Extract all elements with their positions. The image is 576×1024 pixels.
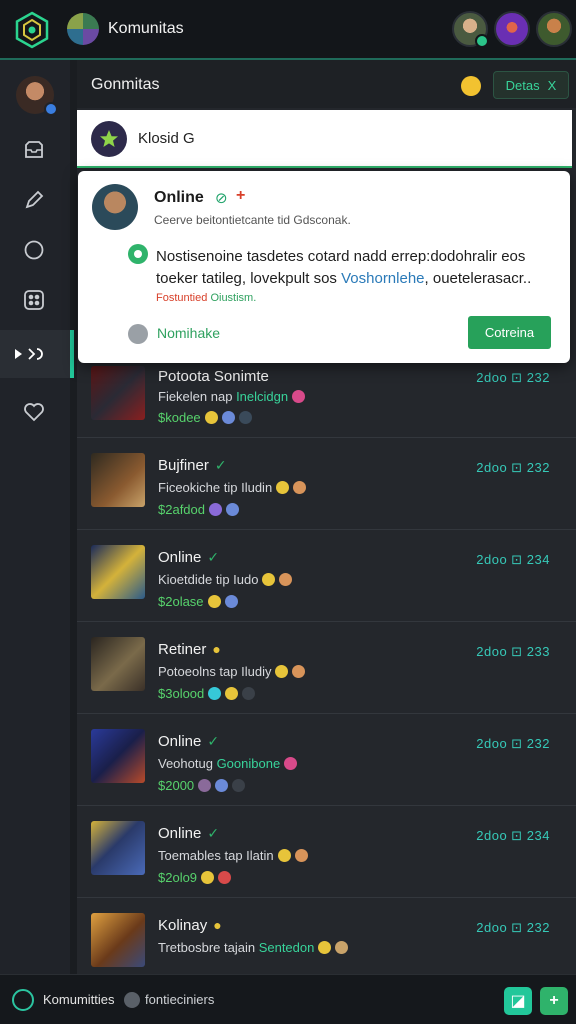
item-name: Online ✓	[158, 733, 220, 750]
thumbnail	[91, 729, 145, 783]
popup-message: Nostisenoine tasdetes cotard nadd errep:…	[156, 248, 532, 287]
item-subtitle: Kioetdide tip Iudo	[158, 572, 293, 587]
item-name: Online ✓	[158, 825, 220, 842]
item-price: $kodee	[158, 410, 252, 425]
item-name: Online ✓	[158, 549, 220, 566]
toggle-icon[interactable]	[128, 244, 148, 264]
list-item[interactable]: Bujfiner ✓ Ficeokiche tip Iludin $2afdod …	[77, 438, 576, 530]
app-window: Komunitas Gonmitas Detas X Klosid G Poto…	[0, 0, 576, 1024]
avatar[interactable]	[452, 11, 489, 48]
close-icon: X	[547, 77, 557, 93]
avatar[interactable]	[92, 184, 138, 230]
top-bar: Komunitas	[0, 0, 576, 60]
list-item[interactable]: Online ✓ Kioetdide tip Iudo $2olase 2doo …	[77, 530, 576, 622]
bottom-label-communities[interactable]: Komumitties	[43, 992, 115, 1007]
verified-icon: ✓	[214, 457, 227, 473]
item-subtitle: Potoeolns tap Iludiy	[158, 664, 306, 679]
verified-icon: ✓	[207, 549, 220, 565]
grid-icon[interactable]	[20, 286, 48, 314]
thumbnail	[91, 366, 145, 420]
item-time: 2doo ⊡ 232	[476, 736, 550, 751]
item-name: Retiner ●	[158, 641, 221, 658]
avatar[interactable]	[536, 11, 572, 47]
server-icon[interactable]	[67, 13, 99, 45]
hexagon-logo-icon[interactable]	[12, 10, 52, 50]
sidebar	[0, 60, 74, 974]
item-time: 2doo ⊡ 233	[476, 644, 550, 659]
play-icon	[10, 340, 50, 368]
add-friend-button[interactable]: +	[236, 187, 245, 205]
add-button[interactable]: +	[540, 987, 568, 1015]
thumbnail	[91, 545, 145, 599]
conversation-list: Potoota Sonimte Fiekelen nap Inelcidgn $…	[77, 348, 576, 988]
avatar[interactable]	[494, 11, 530, 47]
channel-header: Gonmitas Detas X	[77, 60, 576, 108]
item-subtitle: Fiekelen nap Inelcidgn	[158, 389, 306, 404]
bottom-label-connections[interactable]: fontieciniers	[145, 992, 214, 1007]
verified-icon: ✓	[207, 825, 220, 841]
popup-name: Online	[154, 189, 204, 206]
item-subtitle: Tretbosbre tajain Sentedon	[158, 940, 349, 955]
item-price: $2000	[158, 778, 246, 793]
sidebar-item-active[interactable]	[0, 330, 74, 378]
active-indicator	[70, 330, 74, 378]
popup-subtitle: Ceerve beitontietcante tid Gdsconak.	[154, 213, 351, 227]
settings-icon[interactable]	[128, 324, 148, 344]
search-bar[interactable]: Klosid G	[77, 110, 572, 168]
details-label: Detas	[505, 77, 540, 93]
thumbnail	[91, 453, 145, 507]
app-title: Komunitas	[108, 20, 184, 37]
star-icon	[91, 121, 127, 157]
item-time: 2doo ⊡ 232	[476, 920, 550, 935]
confirm-button[interactable]: Cotreina	[468, 316, 551, 349]
online-dot-icon	[475, 34, 489, 48]
status-dot-icon	[44, 102, 58, 116]
thumbnail	[91, 913, 145, 967]
heart-icon[interactable]	[20, 398, 48, 426]
circle-icon[interactable]	[20, 236, 48, 264]
item-subtitle: Veohotug Goonibone	[158, 756, 298, 771]
bottom-bar: Komumitties fontieciniers ◪ +	[0, 974, 576, 1024]
avatar[interactable]	[16, 76, 58, 116]
profile-popup: Online ⊘ + Ceerve beitontietcante tid Gd…	[78, 171, 570, 363]
thumbnail	[91, 821, 145, 875]
item-time: 2doo ⊡ 234	[476, 552, 550, 567]
item-name: Potoota Sonimte	[158, 368, 269, 385]
compose-button[interactable]: ◪	[504, 987, 532, 1015]
list-item[interactable]: Retiner ● Potoeolns tap Iludiy $3olood 2d…	[77, 622, 576, 714]
emoji-icon[interactable]	[461, 76, 481, 96]
pen-icon[interactable]	[20, 186, 48, 214]
item-subtitle: Toemables tap Ilatin	[158, 848, 308, 863]
status-badge: ●	[213, 917, 222, 933]
popup-link[interactable]: Voshornlehe	[341, 270, 424, 287]
inbox-icon[interactable]	[20, 136, 48, 164]
status-badge: ●	[212, 641, 221, 657]
item-time: 2doo ⊡ 234	[476, 828, 550, 843]
verified-icon: ✓	[207, 733, 220, 749]
item-name: Kolinay ●	[158, 917, 222, 934]
item-price: $2olo9	[158, 870, 232, 885]
details-button[interactable]: Detas X	[493, 71, 569, 99]
page-title: Gonmitas	[91, 76, 160, 93]
item-time: 2doo ⊡ 232	[476, 460, 550, 475]
list-item[interactable]: Online ✓ Veohotug Goonibone $2000 2doo ⊡ …	[77, 714, 576, 806]
item-price: $2afdod	[158, 502, 239, 517]
search-input[interactable]: Klosid G	[138, 130, 195, 147]
list-item[interactable]: Online ✓ Toemables tap Ilatin $2olo9 2doo…	[77, 806, 576, 898]
popup-meta: Fostuntied Oiustism.	[156, 292, 257, 304]
item-subtitle: Ficeokiche tip Iludin	[158, 480, 307, 495]
search-suffix: G	[183, 130, 195, 147]
connections-icon[interactable]	[124, 992, 140, 1008]
popup-footer-label: Nomihake	[157, 325, 221, 341]
item-time: 2doo ⊡ 232	[476, 370, 550, 385]
thumbnail	[91, 637, 145, 691]
search-value: Klosid	[138, 130, 179, 147]
item-price: $3olood	[158, 686, 256, 701]
item-price: $2olase	[158, 594, 238, 609]
item-name: Bujfiner ✓	[158, 457, 227, 474]
status-icon: ⊘	[215, 190, 228, 207]
community-icon[interactable]	[12, 989, 34, 1011]
